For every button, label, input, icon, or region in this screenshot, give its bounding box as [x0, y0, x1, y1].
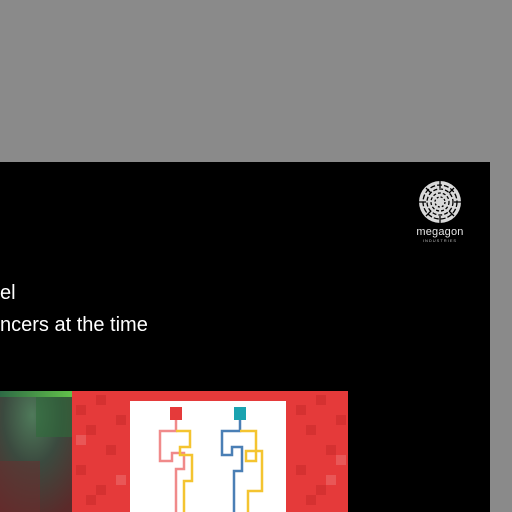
slide-text-line: el: [0, 282, 16, 304]
slide-text-line: ncers at the time: [0, 314, 148, 336]
circular-maze-logo-icon: [419, 181, 461, 223]
blurred-gradient-image: [0, 391, 72, 512]
logo-wordmark: megagon: [416, 226, 464, 238]
presentation-slide: megagon INDUSTRIES el ncers at the time: [0, 162, 490, 512]
logo-subtitle: INDUSTRIES: [422, 238, 458, 243]
megagon-logo: megagon INDUSTRIES: [406, 180, 474, 244]
red-grid-maze-image: [72, 391, 348, 512]
